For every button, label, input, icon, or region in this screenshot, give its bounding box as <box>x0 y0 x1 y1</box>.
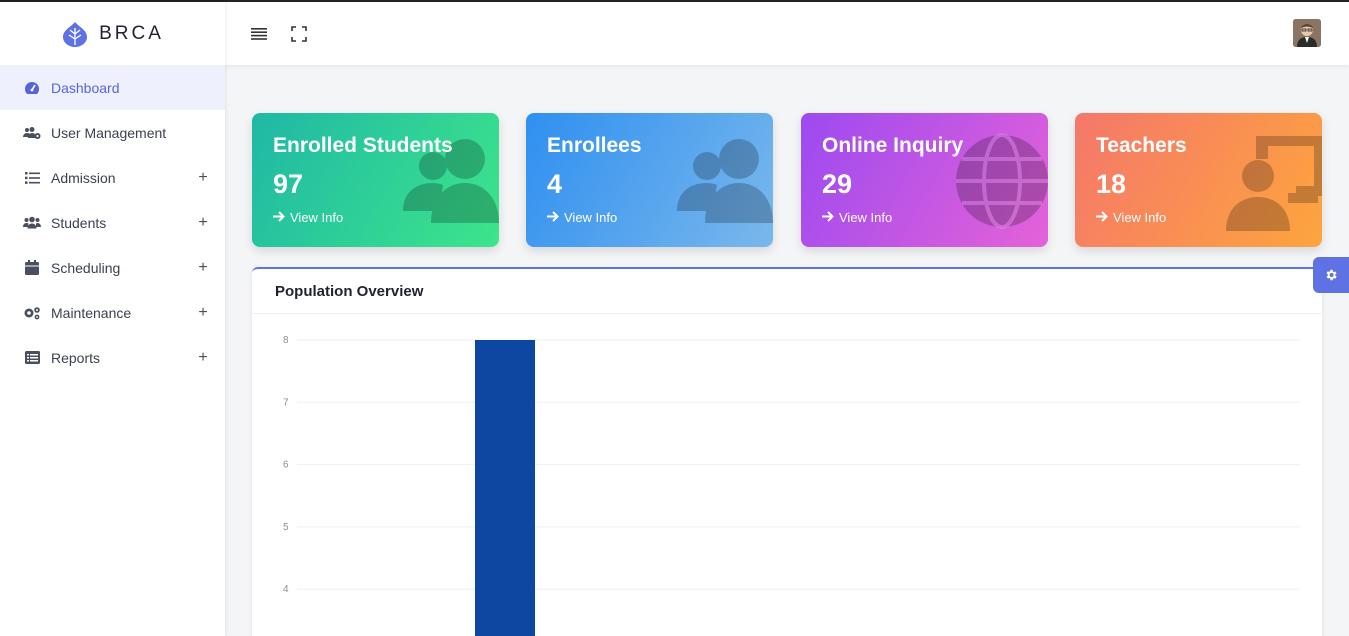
sidebar-item-label: Students <box>51 214 107 231</box>
hamburger-menu-icon[interactable] <box>248 23 270 45</box>
expand-plus-icon[interactable]: + <box>197 169 209 187</box>
arrow-right-icon <box>1096 210 1108 225</box>
sidebar-item-admission[interactable]: Admission + <box>0 155 225 200</box>
view-info-link[interactable]: View Info <box>547 210 617 225</box>
population-bar-chart: 8 7 6 5 4 <box>283 335 1300 636</box>
view-info-label: View Info <box>839 210 893 225</box>
tachometer-icon <box>23 79 41 97</box>
panel-header: Population Overview <box>252 269 1322 314</box>
y-tick-label: 7 <box>283 397 289 408</box>
fullscreen-icon[interactable] <box>288 23 310 45</box>
stat-card-enrolled-students: Enrolled Students 97 View Info <box>252 113 499 247</box>
stat-card-enrollees: Enrollees 4 View Info <box>526 113 773 247</box>
brand-name: BRCA <box>99 22 164 44</box>
users-cog-icon <box>23 124 41 142</box>
card-value: 29 <box>822 169 853 199</box>
card-title: Enrolled Students <box>273 134 453 157</box>
arrow-right-icon <box>273 210 285 225</box>
gear-icon <box>1326 269 1337 281</box>
view-info-label: View Info <box>564 210 618 225</box>
sidebar-item-scheduling[interactable]: Scheduling + <box>0 245 225 290</box>
view-info-link[interactable]: View Info <box>1096 210 1166 225</box>
brand[interactable]: BRCA <box>0 2 225 65</box>
list-icon <box>23 169 41 187</box>
users-icon <box>677 131 773 231</box>
sidebar-item-label: User Management <box>51 124 167 141</box>
sidebar-item-reports[interactable]: Reports + <box>0 335 225 380</box>
calendar-icon <box>23 259 41 277</box>
sidebar-item-label: Admission <box>51 169 116 186</box>
sidebar-menu: Dashboard User Management Admission + Studen… <box>0 65 225 380</box>
card-value: 4 <box>547 169 563 199</box>
view-info-label: View Info <box>290 210 344 225</box>
population-overview-panel: Population Overview 8 7 6 5 4 <box>252 267 1322 636</box>
panel-title: Population Overview <box>275 282 424 300</box>
teacher-icon <box>1226 131 1322 231</box>
y-tick-label: 8 <box>283 335 289 346</box>
expand-plus-icon[interactable]: + <box>197 214 209 232</box>
view-info-link[interactable]: View Info <box>273 210 343 225</box>
y-tick-label: 6 <box>283 460 289 471</box>
sidebar-item-dashboard[interactable]: Dashboard <box>0 65 225 110</box>
bar[interactable] <box>475 340 535 636</box>
view-info-label: View Info <box>1113 210 1167 225</box>
stat-card-online-inquiry: Online Inquiry 29 View Info <box>801 113 1048 247</box>
users-icon <box>23 214 41 232</box>
view-info-link[interactable]: View Info <box>822 210 892 225</box>
sidebar-item-user-management[interactable]: User Management <box>0 110 225 155</box>
stat-cards: Enrolled Students 97 View Info Enrollees 4 Vi… <box>252 113 1322 247</box>
card-title: Teachers <box>1096 134 1187 157</box>
sidebar-item-label: Dashboard <box>51 79 120 96</box>
settings-gear-button[interactable] <box>1313 257 1349 293</box>
sidebar-item-students[interactable]: Students + <box>0 200 225 245</box>
arrow-right-icon <box>822 210 834 225</box>
leaf-logo-icon <box>61 20 89 48</box>
stat-card-teachers: Teachers 18 View Info <box>1075 113 1322 247</box>
globe-icon <box>952 131 1048 231</box>
topbar <box>225 2 1349 65</box>
y-tick-label: 5 <box>283 522 289 533</box>
user-avatar[interactable] <box>1293 19 1321 47</box>
card-value: 18 <box>1096 169 1127 199</box>
sidebar: BRCA Dashboard User Management Admission + S… <box>0 2 225 636</box>
card-title: Online Inquiry <box>822 134 964 157</box>
expand-plus-icon[interactable]: + <box>197 349 209 367</box>
card-title: Enrollees <box>547 134 642 157</box>
cogs-icon <box>23 304 41 322</box>
sidebar-item-label: Reports <box>51 349 101 366</box>
arrow-right-icon <box>547 210 559 225</box>
y-tick-label: 4 <box>283 584 289 595</box>
sidebar-item-label: Maintenance <box>51 304 132 321</box>
sidebar-item-label: Scheduling <box>51 259 121 276</box>
sidebar-item-maintenance[interactable]: Maintenance + <box>0 290 225 335</box>
report-icon <box>23 349 41 367</box>
expand-plus-icon[interactable]: + <box>197 304 209 322</box>
expand-plus-icon[interactable]: + <box>197 259 209 277</box>
card-value: 97 <box>273 169 304 199</box>
